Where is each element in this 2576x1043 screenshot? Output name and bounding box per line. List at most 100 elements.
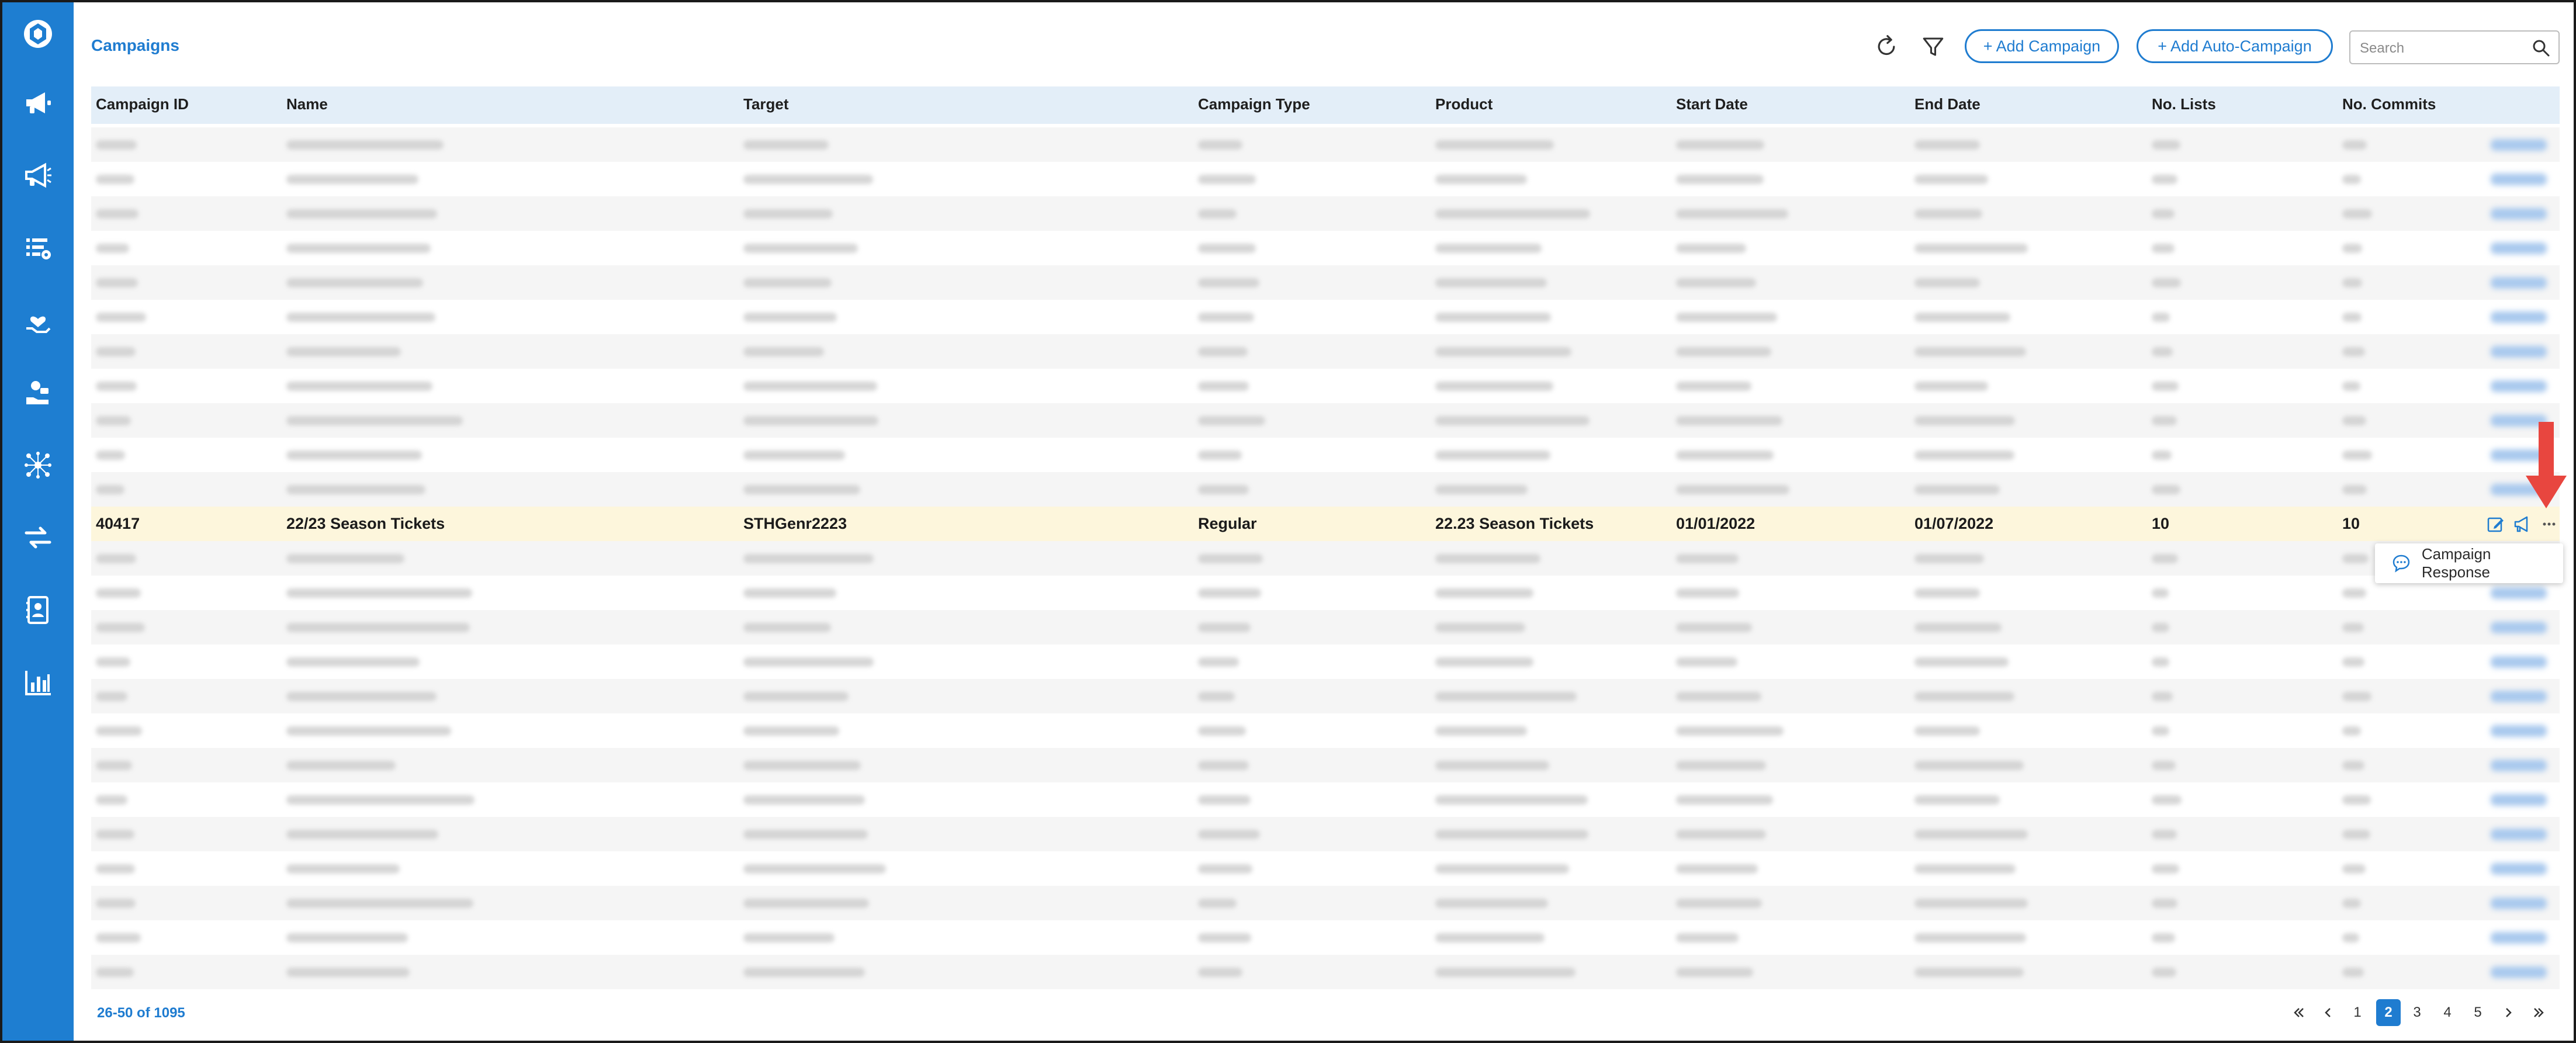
blurred-row-actions[interactable] <box>2491 898 2547 909</box>
table-row[interactable] <box>91 920 2560 955</box>
column-header-start-date[interactable]: Start Date <box>1676 86 1748 124</box>
blurred-cell <box>1914 830 2028 839</box>
blurred-row-actions[interactable] <box>2491 622 2547 633</box>
blurred-cell <box>2152 451 2172 460</box>
campaign-megaphone-icon[interactable] <box>2513 515 2532 533</box>
page-1-button[interactable]: 1 <box>2347 999 2368 1026</box>
contact-book-icon[interactable] <box>2 588 74 632</box>
last-page-button[interactable] <box>2528 999 2549 1026</box>
column-header-name[interactable]: Name <box>286 86 328 124</box>
first-page-button[interactable] <box>2288 999 2310 1026</box>
blurred-row-actions[interactable] <box>2491 725 2547 737</box>
table-row[interactable] <box>91 196 2560 231</box>
table-row[interactable] <box>91 748 2560 782</box>
table-row[interactable] <box>91 162 2560 196</box>
blurred-row-actions[interactable] <box>2491 863 2547 875</box>
blurred-cell <box>1914 209 1982 219</box>
blurred-cell <box>2152 209 2175 219</box>
campaign-response-menu-item[interactable]: Campaign Response <box>2422 545 2563 581</box>
page-3-button[interactable]: 3 <box>2407 999 2428 1026</box>
blurred-cell <box>1676 278 1756 287</box>
page-2-button[interactable]: 2 <box>2376 999 2401 1026</box>
column-header-product[interactable]: Product <box>1435 86 1493 124</box>
table-row-selected[interactable]: 40417 22/23 Season Tickets STHGenr2223 Regu… <box>91 507 2560 541</box>
refresh-icon[interactable] <box>1872 33 1900 61</box>
blurred-cell <box>286 313 435 322</box>
blurred-row-actions[interactable] <box>2491 380 2547 392</box>
page-5-button[interactable]: 5 <box>2467 999 2488 1026</box>
column-header-campaign-id[interactable]: Campaign ID <box>96 86 189 124</box>
search-icon[interactable] <box>2532 39 2550 57</box>
table-row[interactable] <box>91 403 2560 438</box>
blurred-cell <box>2152 313 2170 322</box>
column-header-end-date[interactable]: End Date <box>1914 86 1981 124</box>
column-header-target[interactable]: Target <box>743 86 789 124</box>
table-row[interactable] <box>91 127 2560 162</box>
filter-icon[interactable] <box>1919 33 1947 61</box>
network-icon[interactable] <box>2 443 74 487</box>
blurred-cell <box>2342 933 2359 942</box>
blurred-row-actions[interactable] <box>2491 966 2547 978</box>
page-4-button[interactable]: 4 <box>2437 999 2458 1026</box>
blurred-row-actions[interactable] <box>2491 656 2547 668</box>
table-row[interactable] <box>91 438 2560 472</box>
table-row[interactable] <box>91 300 2560 334</box>
blurred-cell <box>743 899 869 908</box>
add-auto-campaign-button[interactable]: + Add Auto-Campaign <box>2137 29 2333 63</box>
column-header-no-commits[interactable]: No. Commits <box>2342 86 2436 124</box>
add-campaign-button[interactable]: + Add Campaign <box>1965 29 2119 63</box>
table-row[interactable] <box>91 369 2560 403</box>
bar-chart-icon[interactable] <box>2 660 74 705</box>
table-row[interactable] <box>91 782 2560 817</box>
blurred-row-actions[interactable] <box>2491 208 2547 220</box>
blurred-row-actions[interactable] <box>2491 346 2547 358</box>
blurred-row-actions[interactable] <box>2491 139 2547 151</box>
column-header-no-lists[interactable]: No. Lists <box>2152 86 2216 124</box>
blurred-row-actions[interactable] <box>2491 794 2547 806</box>
table-row[interactable] <box>91 955 2560 989</box>
transfer-icon[interactable] <box>2 515 74 560</box>
blurred-row-actions[interactable] <box>2491 691 2547 702</box>
table-row[interactable] <box>91 576 2560 610</box>
blurred-cell <box>743 830 868 839</box>
blurred-row-actions[interactable] <box>2491 932 2547 944</box>
table-row[interactable] <box>91 541 2560 576</box>
table-row[interactable] <box>91 817 2560 851</box>
blurred-cell <box>2152 864 2179 874</box>
more-options-icon[interactable] <box>2540 515 2558 533</box>
edit-icon[interactable] <box>2486 515 2505 533</box>
blurred-row-actions[interactable] <box>2491 174 2547 185</box>
table-row[interactable] <box>91 231 2560 265</box>
blurred-row-actions[interactable] <box>2491 587 2547 599</box>
blurred-row-actions[interactable] <box>2491 277 2547 289</box>
hand-coin-icon[interactable] <box>2 370 74 415</box>
table-row[interactable] <box>91 886 2560 920</box>
list-settings-icon[interactable] <box>2 226 74 270</box>
next-page-button[interactable] <box>2498 999 2519 1026</box>
megaphone-icon[interactable] <box>2 81 74 125</box>
prev-page-button[interactable] <box>2318 999 2339 1026</box>
blurred-cell <box>1676 657 1737 667</box>
blurred-cell <box>1198 864 1252 874</box>
blurred-cell <box>1435 554 1540 563</box>
table-row[interactable] <box>91 472 2560 507</box>
blurred-cell <box>2342 485 2367 494</box>
table-row[interactable] <box>91 679 2560 713</box>
blurred-row-actions[interactable] <box>2491 242 2547 254</box>
table-row[interactable] <box>91 713 2560 748</box>
hand-heart-icon[interactable] <box>2 298 74 342</box>
column-header-campaign-type[interactable]: Campaign Type <box>1198 86 1310 124</box>
table-row[interactable] <box>91 610 2560 644</box>
table-row[interactable] <box>91 644 2560 679</box>
table-row[interactable] <box>91 265 2560 300</box>
table-row[interactable] <box>91 851 2560 886</box>
blurred-cell <box>1914 726 1980 736</box>
blurred-row-actions[interactable] <box>2491 760 2547 771</box>
blurred-cell <box>2342 209 2372 219</box>
megaphone-outline-icon[interactable] <box>2 153 74 197</box>
logo-icon[interactable] <box>2 12 74 56</box>
blurred-row-actions[interactable] <box>2491 311 2547 323</box>
search-input[interactable] <box>2359 37 2525 60</box>
blurred-row-actions[interactable] <box>2491 829 2547 840</box>
table-row[interactable] <box>91 334 2560 369</box>
